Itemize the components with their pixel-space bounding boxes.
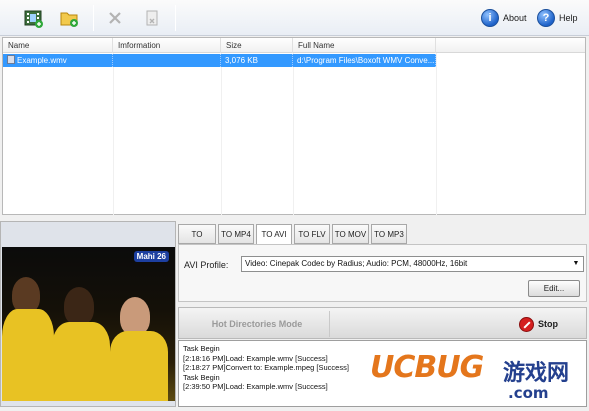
row-name-cell: Example.wmv <box>3 54 113 67</box>
tab-to-mp3[interactable]: TO MP3 <box>371 224 407 244</box>
tab-to-mp4[interactable]: TO MP4 <box>218 224 254 244</box>
player-head <box>120 297 150 335</box>
toolbar-separator <box>93 5 94 31</box>
video-preview-panel: Mahi 26 <box>0 221 176 407</box>
chevron-down-icon[interactable]: ▼ <box>569 257 583 271</box>
table-row[interactable]: Example.wmv 3,076 KB d:\Program Files\Bo… <box>3 54 436 67</box>
tab-to-avi[interactable]: TO AVI <box>256 224 292 246</box>
player-head <box>64 287 94 325</box>
remove-icon <box>109 12 121 24</box>
add-video-icon <box>24 10 43 28</box>
remove-button[interactable] <box>102 5 128 31</box>
column-header-full-name[interactable]: Full Name <box>293 38 436 53</box>
hot-directories-button[interactable]: Hot Directories Mode <box>185 311 330 337</box>
stop-button[interactable]: Stop <box>519 314 558 334</box>
player-head <box>12 277 40 313</box>
add-video-button[interactable] <box>20 5 46 31</box>
clear-icon <box>146 10 158 26</box>
row-information <box>113 54 221 67</box>
site-watermark: UCBUG 游戏网 .com <box>370 350 585 408</box>
video-preview[interactable]: Mahi 26 <box>2 247 175 401</box>
info-icon: i <box>481 9 499 27</box>
stop-label: Stop <box>538 319 558 329</box>
player-jersey <box>110 331 168 401</box>
add-folder-button[interactable] <box>56 5 82 31</box>
row-full-name: d:\Program Files\Boxoft WMV Conve... <box>293 54 436 67</box>
help-label: Help <box>559 13 578 23</box>
stop-icon <box>519 316 534 332</box>
column-header-information[interactable]: Imformation <box>113 38 221 53</box>
tab-to-flv[interactable]: TO FLV <box>294 224 330 244</box>
column-divider <box>113 53 114 215</box>
channel-logo: Mahi 26 <box>133 251 169 262</box>
watermark-chinese: 游戏网 <box>503 361 570 386</box>
edit-button[interactable]: Edit... <box>528 280 580 297</box>
about-button[interactable]: i About <box>481 7 527 29</box>
help-button[interactable]: ? Help <box>537 7 578 29</box>
column-divider <box>293 53 294 215</box>
watermark-domain: .com <box>508 384 549 402</box>
row-size: 3,076 KB <box>221 54 293 67</box>
row-name: Example.wmv <box>17 56 67 65</box>
column-divider <box>436 53 437 215</box>
column-header-name[interactable]: Name <box>3 38 113 53</box>
column-divider <box>221 53 222 215</box>
toolbar-separator <box>175 5 176 31</box>
player-jersey <box>52 322 110 401</box>
tab-to-mpeg[interactable]: TO MPEG <box>178 224 216 258</box>
player-jersey <box>2 309 54 401</box>
avi-profile-label: AVI Profile: <box>184 260 229 270</box>
action-bar: Hot Directories Mode Stop <box>178 307 587 339</box>
clear-button[interactable] <box>139 5 165 31</box>
video-file-icon <box>7 55 15 64</box>
column-header-size[interactable]: Size <box>221 38 293 53</box>
profile-panel: AVI Profile: Video: Cinepak Codec by Rad… <box>178 244 587 302</box>
help-icon: ? <box>537 9 555 27</box>
tab-to-mov[interactable]: TO MOV <box>332 224 369 244</box>
avi-profile-select[interactable]: Video: Cinepak Codec by Radius; Audio: P… <box>241 256 584 272</box>
file-list[interactable]: Name Imformation Size Full Name Example.… <box>2 37 586 215</box>
add-folder-icon <box>60 12 78 27</box>
watermark-main: UCBUG <box>370 350 484 385</box>
avi-profile-value: Video: Cinepak Codec by Radius; Audio: P… <box>245 259 468 268</box>
about-label: About <box>503 13 527 23</box>
file-list-header: Name Imformation Size Full Name <box>3 38 585 53</box>
toolbar: i About ? Help <box>0 0 589 36</box>
